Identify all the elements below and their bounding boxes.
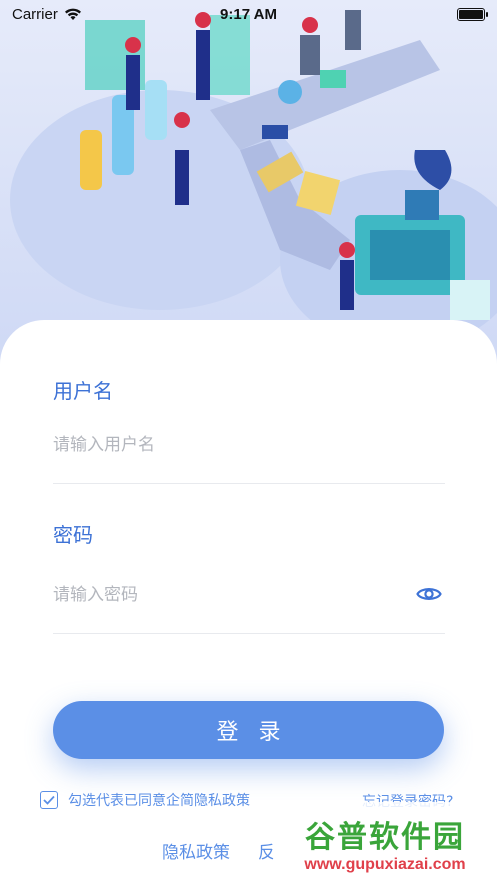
wifi-icon — [64, 8, 81, 20]
watermark-main: 谷普软件园 — [305, 819, 465, 855]
factory-illustration — [10, 10, 497, 350]
watermark-logo: 谷普软件园 www.gupuxiazai.com — [273, 802, 497, 883]
agree-row: 勾选代表已同意企简隐私政策 — [40, 790, 250, 810]
hero-illustration — [0, 0, 497, 360]
privacy-policy-link[interactable]: 隐私政策 — [162, 838, 230, 863]
password-input[interactable] — [53, 580, 403, 610]
footer-links: 隐私政策 反 — [162, 838, 275, 863]
battery-icon — [457, 7, 488, 21]
eye-icon[interactable] — [416, 584, 442, 604]
login-card: 用户名 密码 登录 勾选代表已同意企简隐私政策 忘记登录密码? 隐私政策 反 — [0, 320, 497, 883]
check-icon — [43, 795, 55, 805]
agree-checkbox[interactable] — [40, 791, 58, 809]
carrier-label: Carrier — [12, 5, 58, 23]
login-button[interactable]: 登录 — [53, 701, 444, 759]
watermark-url: www.gupuxiazai.com — [304, 855, 466, 873]
status-bar: Carrier 9:17 AM — [0, 0, 497, 28]
password-label: 密码 — [53, 523, 93, 547]
username-label: 用户名 — [53, 379, 113, 403]
username-divider — [53, 483, 445, 484]
password-divider — [53, 633, 445, 634]
agree-text[interactable]: 勾选代表已同意企简隐私政策 — [68, 790, 250, 810]
username-input[interactable] — [53, 430, 445, 460]
